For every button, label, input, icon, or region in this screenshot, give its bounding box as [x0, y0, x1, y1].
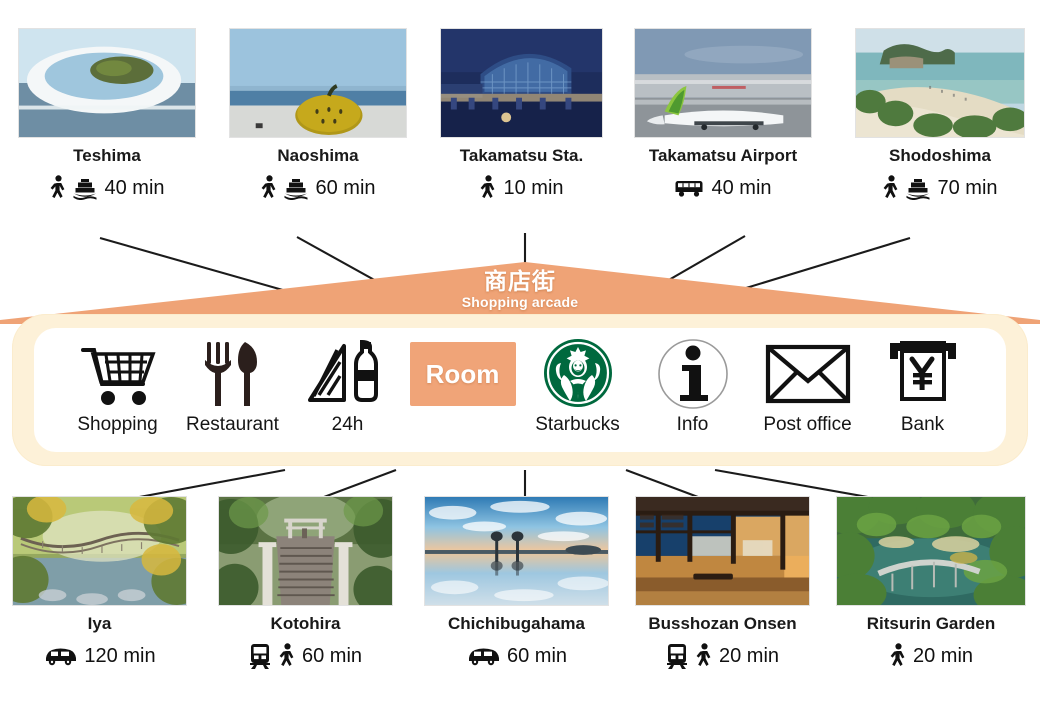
destination-card-iya[interactable]: Iya 120 min [12, 496, 187, 671]
facility-label: Restaurant [186, 414, 279, 435]
destination-travel-time: 60 min [229, 173, 407, 203]
iya-vine-bridge-photo [12, 496, 187, 606]
destination-card-busshozan-onsen[interactable]: Busshozan Onsen 20 min [635, 496, 810, 671]
naoshima-pumpkin-photo [229, 28, 407, 138]
destination-card-takamatsu-station[interactable]: Takamatsu Sta. 10 min [440, 28, 603, 203]
infographic-canvas: 商店街 Shopping arcade Teshima 40 min Naosh… [0, 0, 1040, 720]
room-label: Room [409, 342, 516, 406]
chichibugahama-beach-photo [424, 496, 609, 606]
destination-card-teshima[interactable]: Teshima 40 min [18, 28, 196, 203]
destination-travel-time: 60 min [424, 641, 609, 671]
destination-name: Iya [87, 614, 112, 633]
facility-label: Info [676, 414, 709, 435]
facility-panel: Shopping Restaurant 24h Room Starbucks I… [12, 314, 1028, 466]
travel-minutes: 120 min [84, 644, 156, 667]
destination-card-takamatsu-airport[interactable]: Takamatsu Airport 40 min [634, 28, 812, 203]
bus-icon [674, 178, 704, 198]
facility-room[interactable]: Room [405, 336, 520, 444]
destination-travel-time: 10 min [440, 173, 603, 203]
travel-minutes: 10 min [503, 176, 564, 199]
car-icon [466, 646, 500, 666]
facility-label: Starbucks [535, 414, 620, 435]
destination-card-naoshima[interactable]: Naoshima 60 min [229, 28, 407, 203]
destination-travel-time: 70 min [855, 173, 1025, 203]
travel-minutes: 20 min [718, 644, 780, 667]
yen-atm-icon [884, 336, 962, 412]
destination-travel-time: 20 min [635, 641, 810, 671]
shopping-arcade-label: 商店街 Shopping arcade [0, 268, 1040, 310]
ferry-icon [906, 177, 930, 200]
destination-card-shodoshima[interactable]: Shodoshima 70 min [855, 28, 1025, 203]
car-icon [43, 646, 77, 666]
walk-icon [695, 642, 712, 670]
facility-restaurant[interactable]: Restaurant [175, 336, 290, 444]
destination-card-kotohira[interactable]: Kotohira 60 min [218, 496, 393, 671]
room-box: Room [409, 336, 516, 412]
travel-minutes: 60 min [506, 644, 568, 667]
ferry-icon [73, 177, 97, 200]
destination-card-ritsurin-garden[interactable]: Ritsurin Garden 20 min [836, 496, 1026, 671]
kotohira-stairs-photo [218, 496, 393, 606]
fork-knife-icon [201, 336, 265, 412]
walk-icon [889, 642, 906, 670]
facility-label: Shopping [77, 414, 158, 435]
walk-icon [479, 174, 496, 202]
walk-icon [49, 174, 66, 202]
destination-name: Shodoshima [888, 146, 991, 165]
train-icon [666, 643, 688, 669]
destination-travel-time: 40 min [634, 173, 812, 203]
facility-shopping[interactable]: Shopping [60, 336, 175, 444]
facility-starbucks[interactable]: Starbucks [520, 336, 635, 444]
destination-name: Takamatsu Sta. [459, 146, 584, 165]
ritsurin-garden-photo [836, 496, 1026, 606]
information-circle-icon [656, 336, 730, 412]
envelope-icon [765, 336, 851, 412]
walk-icon [882, 174, 899, 202]
travel-minutes: 40 min [711, 176, 772, 199]
sandwich-bottle-icon [306, 336, 390, 412]
destination-travel-time: 120 min [12, 641, 187, 671]
starbucks-siren-icon [541, 336, 615, 412]
travel-minutes: 70 min [937, 176, 998, 199]
walk-icon [278, 642, 295, 670]
facility-label: Bank [900, 414, 945, 435]
shopping-cart-icon [79, 336, 157, 412]
walk-icon [260, 174, 277, 202]
travel-minutes: 40 min [104, 176, 165, 199]
destination-card-chichibugahama[interactable]: Chichibugahama 60 min [424, 496, 609, 671]
takamatsu-airport-photo [634, 28, 812, 138]
shodoshima-angel-road-photo [855, 28, 1025, 138]
arcade-title-english: Shopping arcade [461, 294, 579, 310]
destination-name: Teshima [73, 146, 141, 165]
facility-label: 24h [331, 414, 364, 435]
travel-minutes: 60 min [315, 176, 376, 199]
travel-minutes: 60 min [301, 644, 363, 667]
busshozan-onsen-photo [635, 496, 810, 606]
destination-name: Naoshima [277, 146, 359, 165]
takamatsu-station-photo [440, 28, 603, 138]
facility-icon-row: Shopping Restaurant 24h Room Starbucks I… [34, 328, 1006, 452]
facility-post-office[interactable]: Post office [750, 336, 865, 444]
destination-name: Busshozan Onsen [648, 614, 797, 633]
teshima-art-museum-photo [18, 28, 196, 138]
destination-name: Takamatsu Airport [648, 146, 798, 165]
destination-travel-time: 60 min [218, 641, 393, 671]
destination-name: Kotohira [270, 614, 341, 633]
travel-minutes: 20 min [912, 644, 974, 667]
destination-travel-time: 40 min [18, 173, 196, 203]
facility-info[interactable]: Info [635, 336, 750, 444]
train-icon [249, 643, 271, 669]
arcade-title-japanese: 商店街 [484, 268, 556, 294]
facility-bank[interactable]: Bank [865, 336, 980, 444]
destination-travel-time: 20 min [836, 641, 1026, 671]
facility-24h[interactable]: 24h [290, 336, 405, 444]
destination-name: Ritsurin Garden [866, 614, 996, 633]
destination-name: Chichibugahama [448, 614, 585, 633]
ferry-icon [284, 177, 308, 200]
facility-label: Post office [763, 414, 852, 435]
